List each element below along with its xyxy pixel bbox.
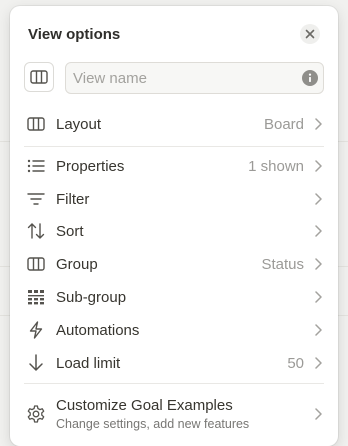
layout-row[interactable]: Layout Board: [24, 109, 324, 139]
customize-text: Customize Goal Examples Change settings,…: [56, 397, 312, 431]
chevron-right-icon: [312, 193, 324, 205]
chevron-right-icon: [312, 258, 324, 270]
board-icon: [30, 70, 48, 84]
properties-value: 1 shown: [248, 157, 304, 175]
automations-row[interactable]: Automations: [24, 315, 324, 345]
subgroup-label: Sub-group: [56, 288, 127, 306]
customize-title: Customize Goal Examples: [56, 397, 233, 414]
sort-icon: [25, 220, 47, 242]
properties-row[interactable]: Properties 1 shown: [24, 151, 324, 181]
chevron-right-icon: [312, 225, 324, 237]
lightning-icon: [25, 319, 47, 341]
layout-value: Board: [263, 115, 304, 133]
panel-title: View options: [28, 26, 121, 43]
view-name-row: [24, 62, 326, 94]
chevron-right-icon: [312, 160, 324, 172]
close-icon: [305, 29, 315, 39]
sort-label: Sort: [56, 222, 84, 240]
group-value: Status: [261, 255, 304, 273]
list-icon: [25, 155, 47, 177]
view-name-input[interactable]: [65, 62, 324, 94]
automations-label: Automations: [56, 321, 140, 339]
subgroup-icon: [25, 286, 47, 308]
group-label: Group: [56, 255, 98, 273]
chevron-right-icon: [312, 118, 324, 130]
load-limit-label: Load limit: [56, 354, 121, 372]
filter-label: Filter: [56, 190, 90, 208]
group-row[interactable]: Group Status: [24, 249, 324, 279]
chevron-right-icon: [312, 324, 324, 336]
filter-icon: [25, 188, 47, 210]
chevron-right-icon: [312, 291, 324, 303]
customize-subtitle: Change settings, add new features: [56, 417, 250, 431]
info-icon[interactable]: [302, 70, 318, 86]
close-button[interactable]: [300, 24, 320, 44]
layout-label: Layout: [56, 115, 102, 133]
section-divider: [24, 146, 324, 147]
customize-row[interactable]: Customize Goal Examples Change settings,…: [24, 392, 324, 436]
view-icon-button[interactable]: [24, 62, 54, 92]
load-limit-row[interactable]: Load limit 50: [24, 348, 324, 378]
board-icon: [25, 253, 47, 275]
section-divider: [24, 383, 324, 384]
arrow-down-icon: [25, 352, 47, 374]
chevron-right-icon: [312, 357, 324, 369]
gear-icon: [25, 403, 47, 425]
sort-row[interactable]: Sort: [24, 216, 324, 246]
chevron-right-icon: [312, 408, 324, 420]
filter-row[interactable]: Filter: [24, 184, 324, 214]
load-limit-value: 50: [287, 354, 304, 372]
board-icon: [25, 113, 47, 135]
properties-label: Properties: [56, 157, 125, 175]
subgroup-row[interactable]: Sub-group: [24, 282, 324, 312]
view-options-panel: View options Layou: [10, 6, 338, 446]
